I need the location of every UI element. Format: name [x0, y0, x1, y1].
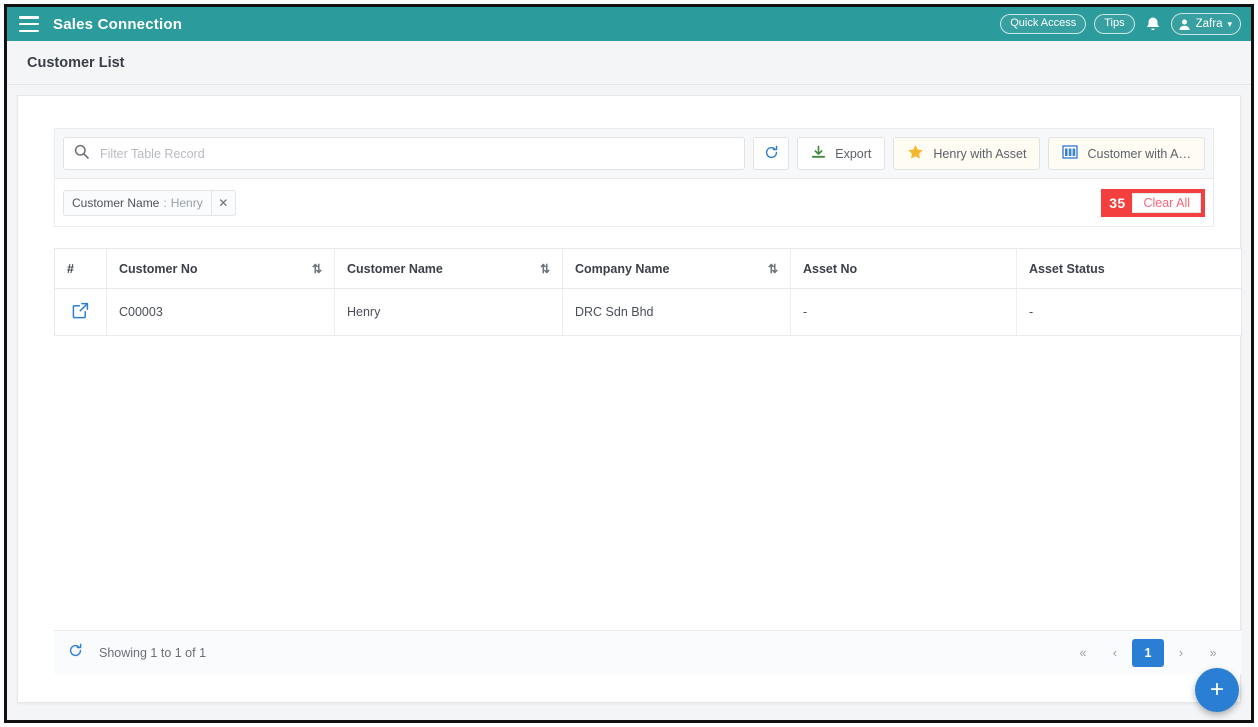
filter-chip-customer-name[interactable]: Customer Name : Henry ✕	[63, 189, 236, 216]
footer-left: Showing 1 to 1 of 1	[68, 643, 206, 662]
row-open-cell[interactable]	[54, 288, 107, 336]
table-header-asset-no: Asset No	[790, 248, 1017, 289]
cell-customer-name: Henry	[334, 288, 563, 336]
active-filters-row: Customer Name : Henry ✕ 35 Clear All	[55, 178, 1213, 226]
refresh-icon[interactable]	[68, 643, 83, 662]
app-title: Sales Connection	[53, 15, 183, 33]
customer-with-asset-label: Customer with A…	[1087, 146, 1191, 161]
sort-icon[interactable]: ⇅	[540, 262, 550, 276]
filter-chip-field: Customer Name	[72, 195, 160, 210]
cell-customer-no: C00003	[106, 288, 335, 336]
page-header: Customer List	[7, 41, 1251, 85]
app-window: Sales Connection Quick Access Tips Zafra…	[4, 4, 1254, 723]
pagination-first[interactable]: «	[1068, 639, 1098, 667]
pagination: « ‹ 1 › »	[1068, 638, 1228, 667]
avatar-icon	[1179, 19, 1190, 30]
user-name: Zafra	[1195, 18, 1223, 30]
customer-with-asset-view-button[interactable]: Customer with A…	[1048, 137, 1205, 170]
column-label: Asset No	[803, 261, 858, 276]
table-header-customer-name[interactable]: Customer Name ⇅	[334, 248, 563, 289]
showing-count: Showing 1 to 1 of 1	[99, 645, 207, 660]
table-header-index: #	[54, 248, 107, 289]
table-header-company-name[interactable]: Company Name ⇅	[562, 248, 791, 289]
table-toolbar: Export Henry with Asset	[55, 129, 1213, 178]
column-label: Company Name	[575, 261, 670, 276]
search-field[interactable]	[63, 137, 746, 170]
external-link-icon[interactable]	[72, 302, 89, 319]
table-header-row: # Customer No ⇅ Customer Name ⇅ Company …	[54, 248, 1242, 289]
annotation-highlight: 35 Clear All	[1101, 188, 1205, 217]
plus-icon: +	[1209, 676, 1224, 703]
annotation-step-number: 35	[1109, 194, 1126, 211]
filter-chip-separator: :	[163, 195, 167, 210]
sort-icon[interactable]: ⇅	[768, 262, 778, 276]
quick-access-button[interactable]: Quick Access	[1000, 14, 1087, 34]
cell-company-name: DRC Sdn Bhd	[562, 288, 791, 336]
cell-asset-status: -	[1016, 288, 1242, 336]
filter-chip-value: Henry	[170, 195, 203, 210]
clear-all-button[interactable]: Clear All	[1132, 192, 1201, 213]
customer-table: # Customer No ⇅ Customer Name ⇅ Company …	[54, 248, 1242, 336]
table-toolbar-panel: Export Henry with Asset	[54, 128, 1214, 227]
user-menu[interactable]: Zafra ▾	[1170, 13, 1241, 35]
pagination-last[interactable]: »	[1198, 639, 1228, 667]
pagination-next[interactable]: ›	[1166, 639, 1196, 667]
table-footer: Showing 1 to 1 of 1 « ‹ 1 › »	[54, 630, 1242, 674]
refresh-icon	[764, 145, 779, 163]
export-label: Export	[835, 146, 872, 161]
content-card: Export Henry with Asset	[17, 95, 1242, 703]
pagination-prev[interactable]: ‹	[1100, 639, 1130, 667]
column-label: Customer No	[119, 261, 198, 276]
columns-icon	[1062, 144, 1079, 163]
page-title: Customer List	[27, 54, 125, 71]
hamburger-icon[interactable]	[19, 16, 39, 32]
star-icon	[907, 144, 924, 164]
table-header-customer-no[interactable]: Customer No ⇅	[106, 248, 335, 289]
export-button[interactable]: Export	[797, 137, 886, 170]
close-icon[interactable]: ✕	[210, 190, 235, 215]
refresh-table-button[interactable]	[753, 137, 790, 170]
henry-with-asset-view-button[interactable]: Henry with Asset	[893, 137, 1041, 170]
pagination-page-1[interactable]: 1	[1132, 638, 1164, 667]
download-icon	[811, 145, 826, 163]
chevron-down-icon: ▾	[1227, 18, 1232, 29]
tips-button[interactable]: Tips	[1094, 14, 1135, 34]
table-header-asset-status: Asset Status	[1016, 248, 1242, 289]
bell-icon[interactable]	[1143, 14, 1163, 34]
search-input[interactable]	[100, 146, 735, 161]
column-label: #	[67, 261, 74, 276]
filter-chip-text: Customer Name : Henry	[64, 191, 211, 215]
cell-asset-no: -	[790, 288, 1017, 336]
sort-icon[interactable]: ⇅	[312, 262, 322, 276]
henry-with-asset-label: Henry with Asset	[933, 146, 1027, 161]
add-customer-fab[interactable]: +	[1195, 668, 1239, 712]
app-header-actions: Quick Access Tips Zafra ▾	[1000, 13, 1241, 35]
table-row[interactable]: C00003 Henry DRC Sdn Bhd - -	[54, 288, 1242, 336]
column-label: Customer Name	[347, 261, 443, 276]
search-icon	[74, 144, 89, 164]
column-label: Asset Status	[1029, 261, 1105, 276]
app-header: Sales Connection Quick Access Tips Zafra…	[7, 7, 1251, 41]
